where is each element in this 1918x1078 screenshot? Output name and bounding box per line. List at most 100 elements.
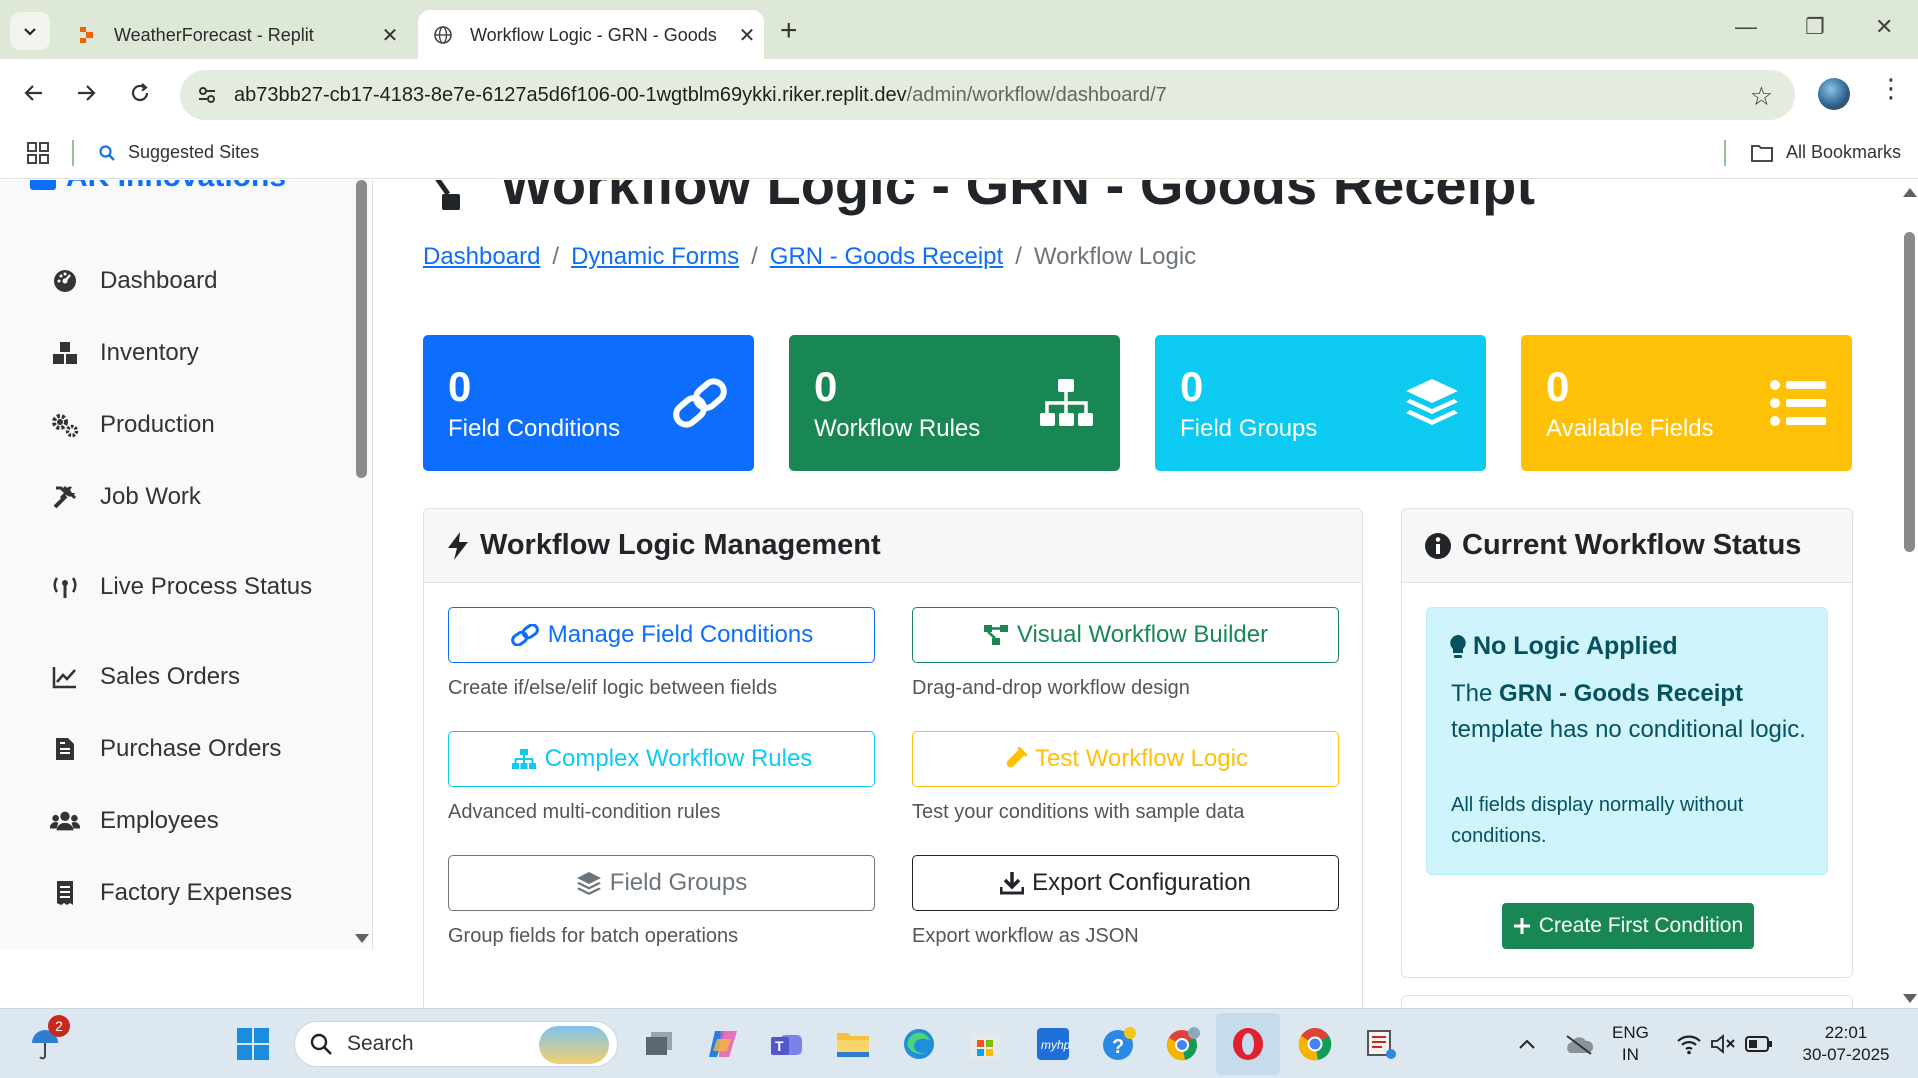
tab-workflow-logic[interactable]: Workflow Logic - GRN - Goods ✕ xyxy=(418,10,764,60)
tab-search-button[interactable] xyxy=(10,12,50,50)
chevron-down-icon xyxy=(24,28,36,36)
chevron-up-icon[interactable] xyxy=(1508,1025,1546,1063)
project-diagram-icon xyxy=(983,625,1008,645)
reload-button[interactable] xyxy=(120,73,160,113)
sidebar-item-label: Employees xyxy=(100,807,219,834)
button-label: Manage Field Conditions xyxy=(547,621,814,648)
onedrive-icon[interactable] xyxy=(1560,1025,1598,1063)
manage-field-conditions-button[interactable]: Manage Field Conditions xyxy=(448,607,875,663)
sidebar-scrollbar-thumb[interactable] xyxy=(356,180,367,478)
url-path: /admin/workflow/dashboard/7 xyxy=(906,83,1167,106)
task-view-icon[interactable] xyxy=(640,1025,678,1063)
language-indicator[interactable]: ENG IN xyxy=(1612,1022,1649,1066)
arrow-left-icon xyxy=(24,85,42,101)
brand-name: AK Innovations xyxy=(66,180,286,194)
battery-icon[interactable] xyxy=(1740,1025,1778,1063)
sidebar-item-inventory[interactable]: Inventory xyxy=(50,333,199,373)
tab-title: Workflow Logic - GRN - Goods xyxy=(470,24,717,45)
sidebar: AK Innovations Dashboard Inventory Produ… xyxy=(0,180,370,950)
sidebar-item-live-process-status[interactable]: Live Process Status xyxy=(50,567,312,607)
brand-logo[interactable]: AK Innovations xyxy=(30,180,286,194)
card-header: Current Workflow Status xyxy=(1402,509,1852,583)
close-icon[interactable]: ✕ xyxy=(373,23,407,48)
search-icon xyxy=(99,144,115,161)
site-info-icon[interactable] xyxy=(180,84,234,106)
button-label: Test Workflow Logic xyxy=(1035,745,1248,772)
sidebar-item-factory-expenses[interactable]: Factory Expenses xyxy=(50,873,292,913)
weather-widget-icon[interactable]: 2 xyxy=(26,1015,70,1063)
help-icon[interactable]: ? xyxy=(1100,1025,1138,1063)
sidebar-item-purchase-orders[interactable]: Purchase Orders xyxy=(50,729,281,769)
complex-workflow-rules-button[interactable]: Complex Workflow Rules xyxy=(448,731,875,787)
breadcrumb-dynamic-forms[interactable]: Dynamic Forms xyxy=(571,243,739,271)
windows-start-icon[interactable] xyxy=(234,1025,272,1063)
snipping-tool-icon[interactable] xyxy=(1362,1025,1400,1063)
tab-weatherforecast[interactable]: WeatherForecast - Replit ✕ xyxy=(62,10,407,60)
breadcrumb-grn-goods-receipt[interactable]: GRN - Goods Receipt xyxy=(770,243,1003,271)
svg-text:myhp: myhp xyxy=(1041,1038,1070,1052)
sidebar-item-employees[interactable]: Employees xyxy=(50,801,219,841)
visual-workflow-builder-button[interactable]: Visual Workflow Builder xyxy=(912,607,1339,663)
card-title: Workflow Logic Management xyxy=(480,529,881,561)
export-configuration-button[interactable]: Export Configuration xyxy=(912,855,1339,911)
search-placeholder: Search xyxy=(347,1032,414,1055)
layers-icon xyxy=(576,872,601,895)
chart-line-icon xyxy=(50,662,80,692)
scroll-up-arrow-icon[interactable] xyxy=(1903,188,1917,197)
forward-button[interactable] xyxy=(66,73,106,113)
page-scrollbar-thumb[interactable] xyxy=(1904,232,1915,552)
edge-icon[interactable] xyxy=(900,1025,938,1063)
field-groups-button[interactable]: Field Groups xyxy=(448,855,875,911)
window-close-icon[interactable]: ✕ xyxy=(1875,14,1893,40)
bookmark-suggested-sites[interactable]: Suggested Sites xyxy=(98,142,259,163)
microsoft-store-icon[interactable] xyxy=(966,1025,1004,1063)
minimize-icon[interactable]: — xyxy=(1735,14,1757,40)
download-icon xyxy=(1000,872,1025,895)
profile-avatar[interactable] xyxy=(1818,78,1850,110)
stat-value: 0 xyxy=(814,363,838,410)
browser-menu-icon[interactable]: ⋮ xyxy=(1878,73,1904,104)
sidebar-item-job-work[interactable]: Job Work xyxy=(50,477,201,517)
scroll-down-arrow-icon[interactable] xyxy=(355,934,369,943)
new-tab-button[interactable]: + xyxy=(780,14,798,48)
sidebar-item-production[interactable]: Production xyxy=(50,405,215,445)
apps-grid-icon[interactable] xyxy=(26,141,50,170)
taskbar-search-box[interactable]: Search xyxy=(294,1021,618,1067)
back-button[interactable] xyxy=(14,73,54,113)
opera-icon[interactable] xyxy=(1216,1013,1280,1075)
restore-icon[interactable]: ❐ xyxy=(1805,14,1825,40)
sidebar-item-label: Production xyxy=(100,411,215,438)
volume-muted-icon[interactable] xyxy=(1704,1025,1742,1063)
hp-app-icon[interactable]: myhp xyxy=(1034,1025,1072,1063)
card-title: Current Workflow Status xyxy=(1462,529,1802,561)
tools-icon xyxy=(50,482,80,512)
language-code: ENG xyxy=(1612,1023,1649,1042)
sidebar-item-dashboard[interactable]: Dashboard xyxy=(50,261,217,301)
copilot-icon[interactable] xyxy=(704,1025,742,1063)
teams-icon[interactable]: T xyxy=(768,1025,806,1063)
bookmark-star-icon[interactable]: ☆ xyxy=(1750,81,1773,112)
page-title: Workflow Logic - GRN - Goods Receipt xyxy=(422,180,1535,217)
clock[interactable]: 22:01 30-07-2025 xyxy=(1796,1022,1896,1066)
sidebar-item-label: Live Process Status xyxy=(100,573,313,600)
test-workflow-logic-button[interactable]: Test Workflow Logic xyxy=(912,731,1339,787)
stat-label: Field Conditions xyxy=(448,415,621,442)
stat-label: Field Groups xyxy=(1180,415,1318,442)
wifi-icon[interactable] xyxy=(1670,1025,1708,1063)
chrome-profile-icon[interactable] xyxy=(1164,1025,1202,1063)
card-header: Workflow Logic Management xyxy=(424,509,1362,583)
gauge-icon xyxy=(50,266,80,296)
create-first-condition-button[interactable]: Create First Condition xyxy=(1502,903,1754,949)
windows-taskbar: 2 Search T myhp ? ENG IN 22:01 30-07-202… xyxy=(0,1008,1918,1078)
search-icon xyxy=(310,1033,332,1055)
file-explorer-icon[interactable] xyxy=(834,1025,872,1063)
stat-value: 0 xyxy=(1546,363,1570,410)
scroll-down-arrow-icon[interactable] xyxy=(1903,994,1917,1003)
action-description: Create if/else/elif logic between fields xyxy=(448,677,778,699)
close-icon[interactable]: ✕ xyxy=(730,23,764,48)
address-bar[interactable]: ab73bb27-cb17-4183-8e7e-6127a5d6f106-00-… xyxy=(180,70,1795,120)
bookmark-all-bookmarks[interactable]: All Bookmarks xyxy=(1750,142,1901,163)
chrome-icon[interactable] xyxy=(1296,1025,1334,1063)
sidebar-item-sales-orders[interactable]: Sales Orders xyxy=(50,657,240,697)
breadcrumb-dashboard[interactable]: Dashboard xyxy=(423,243,540,271)
